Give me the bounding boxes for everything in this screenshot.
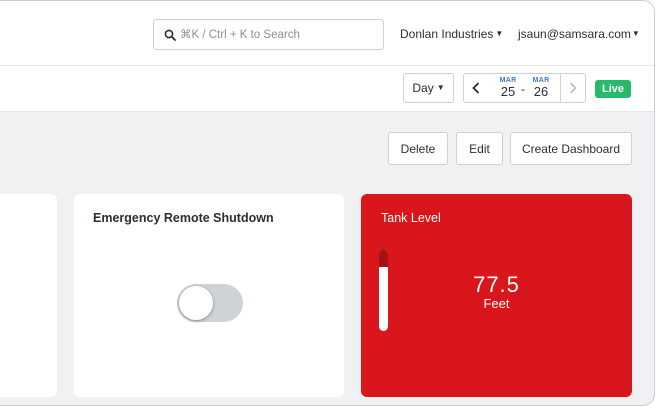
range-select[interactable]: Day ▼ — [403, 73, 454, 103]
app-window: Donlan Industries ▼ jsaun@samsara.com ▼ … — [0, 0, 655, 406]
end-day: 26 — [533, 84, 549, 99]
tank-level-value: 77.5 — [473, 272, 520, 297]
range-select-label: Day — [412, 81, 434, 95]
toggle-knob — [179, 286, 213, 320]
user-menu[interactable]: jsaun@samsara.com ▼ — [518, 27, 640, 41]
start-date: MAR 25 — [495, 74, 521, 99]
org-menu[interactable]: Donlan Industries ▼ — [400, 27, 503, 41]
widget-card-partial — [0, 194, 57, 397]
org-menu-label: Donlan Industries — [400, 27, 494, 41]
caret-down-icon: ▼ — [495, 29, 504, 38]
search-icon — [164, 29, 176, 41]
date-range-picker[interactable]: MAR 25 - MAR 26 — [488, 73, 561, 103]
tank-level-card: Tank Level 77.5 Feet — [361, 194, 632, 397]
delete-button[interactable]: Delete — [388, 132, 448, 165]
card-title: Tank Level — [381, 211, 441, 225]
create-dashboard-button[interactable]: Create Dashboard — [510, 132, 632, 165]
search-input[interactable] — [180, 28, 370, 41]
chevron-left-icon — [472, 82, 480, 94]
caret-down-icon: ▼ — [436, 83, 445, 92]
previous-range-button[interactable] — [463, 73, 489, 103]
search-box[interactable] — [153, 19, 384, 50]
chevron-right-icon — [569, 82, 577, 94]
user-menu-label: jsaun@samsara.com — [518, 27, 631, 41]
caret-down-icon: ▼ — [631, 29, 640, 38]
edit-button[interactable]: Edit — [456, 132, 503, 165]
time-controls-bar: Day ▼ MAR 25 - MAR 26 Live — [0, 66, 654, 112]
end-date: MAR 26 — [528, 74, 554, 99]
live-button[interactable]: Live — [595, 80, 631, 98]
next-range-button[interactable] — [560, 73, 586, 103]
date-separator: - — [521, 82, 525, 96]
tank-level-unit: Feet — [483, 296, 510, 311]
shutdown-toggle[interactable] — [177, 284, 243, 322]
start-day: 25 — [500, 84, 516, 99]
emergency-shutdown-card: Emergency Remote Shutdown — [74, 194, 344, 397]
tank-gauge-empty-portion — [379, 249, 388, 268]
top-navigation-bar: Donlan Industries ▼ jsaun@samsara.com ▼ — [0, 1, 654, 66]
card-title: Emergency Remote Shutdown — [93, 211, 274, 225]
